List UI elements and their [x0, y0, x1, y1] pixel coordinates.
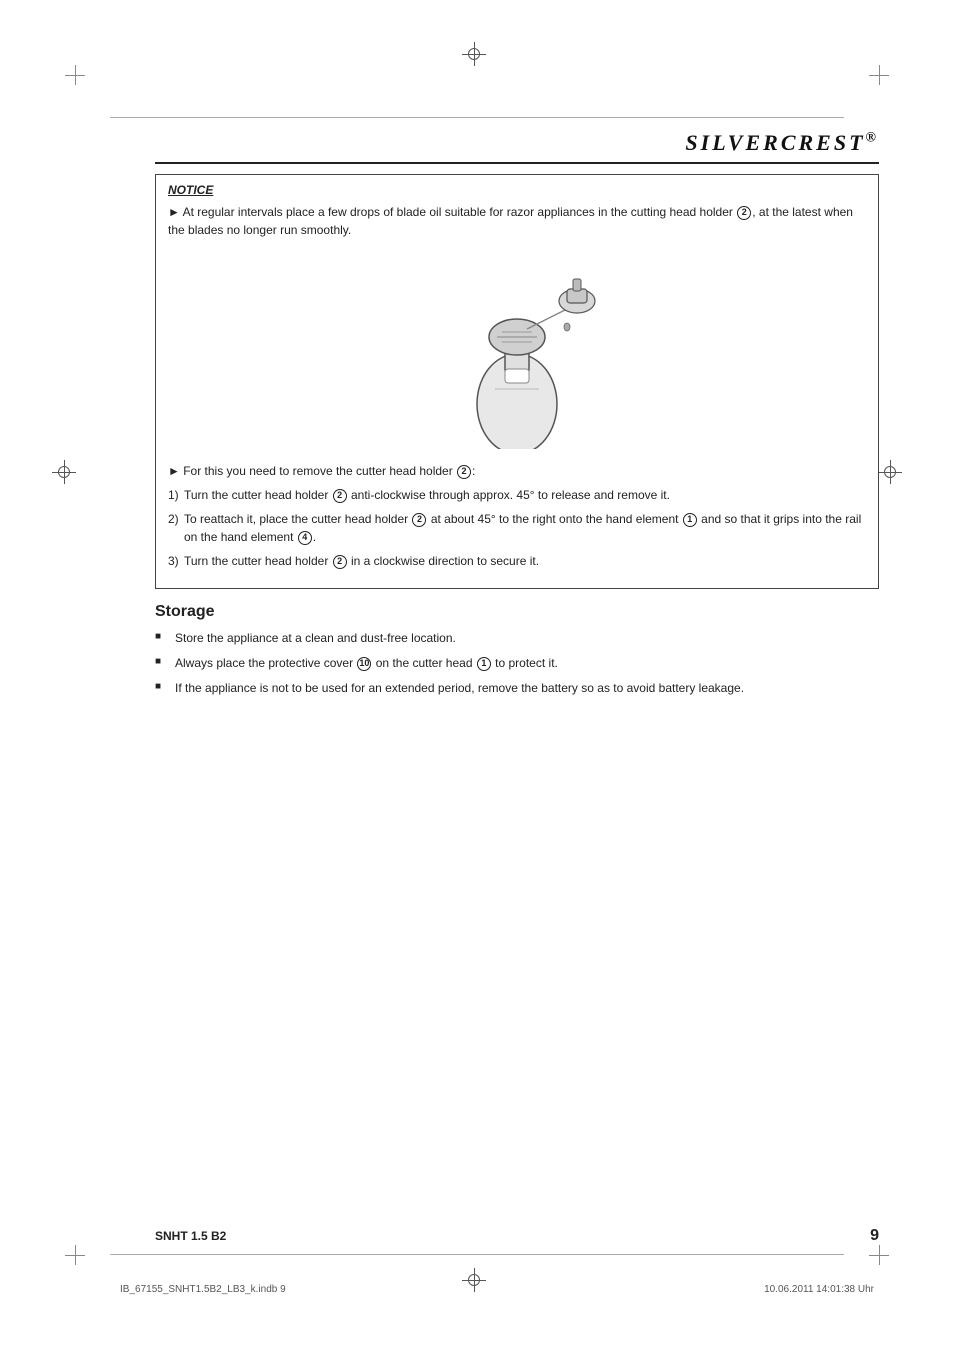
brand-name: SILVERCREST® [685, 130, 879, 155]
cnum-2-notice: 2 [737, 206, 751, 220]
top-rule [110, 117, 844, 118]
cnum-2-remove: 2 [457, 465, 471, 479]
step-item-2: 2) To reattach it, place the cutter head… [168, 510, 866, 546]
storage-item-2: Always place the protective cover 10 on … [155, 654, 879, 672]
step-item-1: 1) Turn the cutter head holder 2 anti-cl… [168, 486, 866, 504]
reg-mark-bl [60, 1240, 90, 1270]
footer-model: SNHT 1.5 B2 [155, 1229, 226, 1243]
print-info-right: 10.06.2011 14:01:38 Uhr [764, 1284, 874, 1295]
step-list: 1) Turn the cutter head holder 2 anti-cl… [168, 486, 866, 570]
storage-title: Storage [155, 603, 879, 621]
brand-header: SILVERCREST® [155, 130, 879, 164]
footer-page: 9 [870, 1227, 879, 1245]
notice-title: NOTICE [168, 183, 866, 197]
notice-intro: ► At regular intervals place a few drops… [168, 203, 866, 239]
storage-item-3: If the appliance is not to be used for a… [155, 679, 879, 697]
print-info: IB_67155_SNHT1.5B2_LB3_k.indb 9 10.06.20… [120, 1284, 874, 1295]
notice-box: NOTICE ► At regular intervals place a fe… [155, 174, 879, 589]
crosshair-left [52, 460, 76, 484]
content-area: SILVERCREST® NOTICE ► At regular interva… [155, 130, 879, 1230]
storage-item-1: Store the appliance at a clean and dust-… [155, 629, 879, 647]
crosshair-right [878, 460, 902, 484]
reg-mark-tl [60, 60, 90, 90]
page-container: GB IE SILVERCREST® NOTICE ► At regular i… [0, 0, 954, 1350]
print-info-left: IB_67155_SNHT1.5B2_LB3_k.indb 9 [120, 1284, 286, 1295]
device-illustration [437, 249, 597, 449]
notice-for-remove: ► For this you need to remove the cutter… [168, 462, 866, 480]
bottom-rule [110, 1254, 844, 1255]
storage-list: Store the appliance at a clean and dust-… [155, 629, 879, 697]
reg-mark-tr [864, 60, 894, 90]
crosshair-top [462, 42, 486, 66]
storage-section: Storage Store the appliance at a clean a… [155, 603, 879, 697]
illustration-wrap [168, 249, 866, 452]
step-item-3: 3) Turn the cutter head holder 2 in a cl… [168, 552, 866, 570]
page-footer: SNHT 1.5 B2 9 [155, 1227, 879, 1245]
